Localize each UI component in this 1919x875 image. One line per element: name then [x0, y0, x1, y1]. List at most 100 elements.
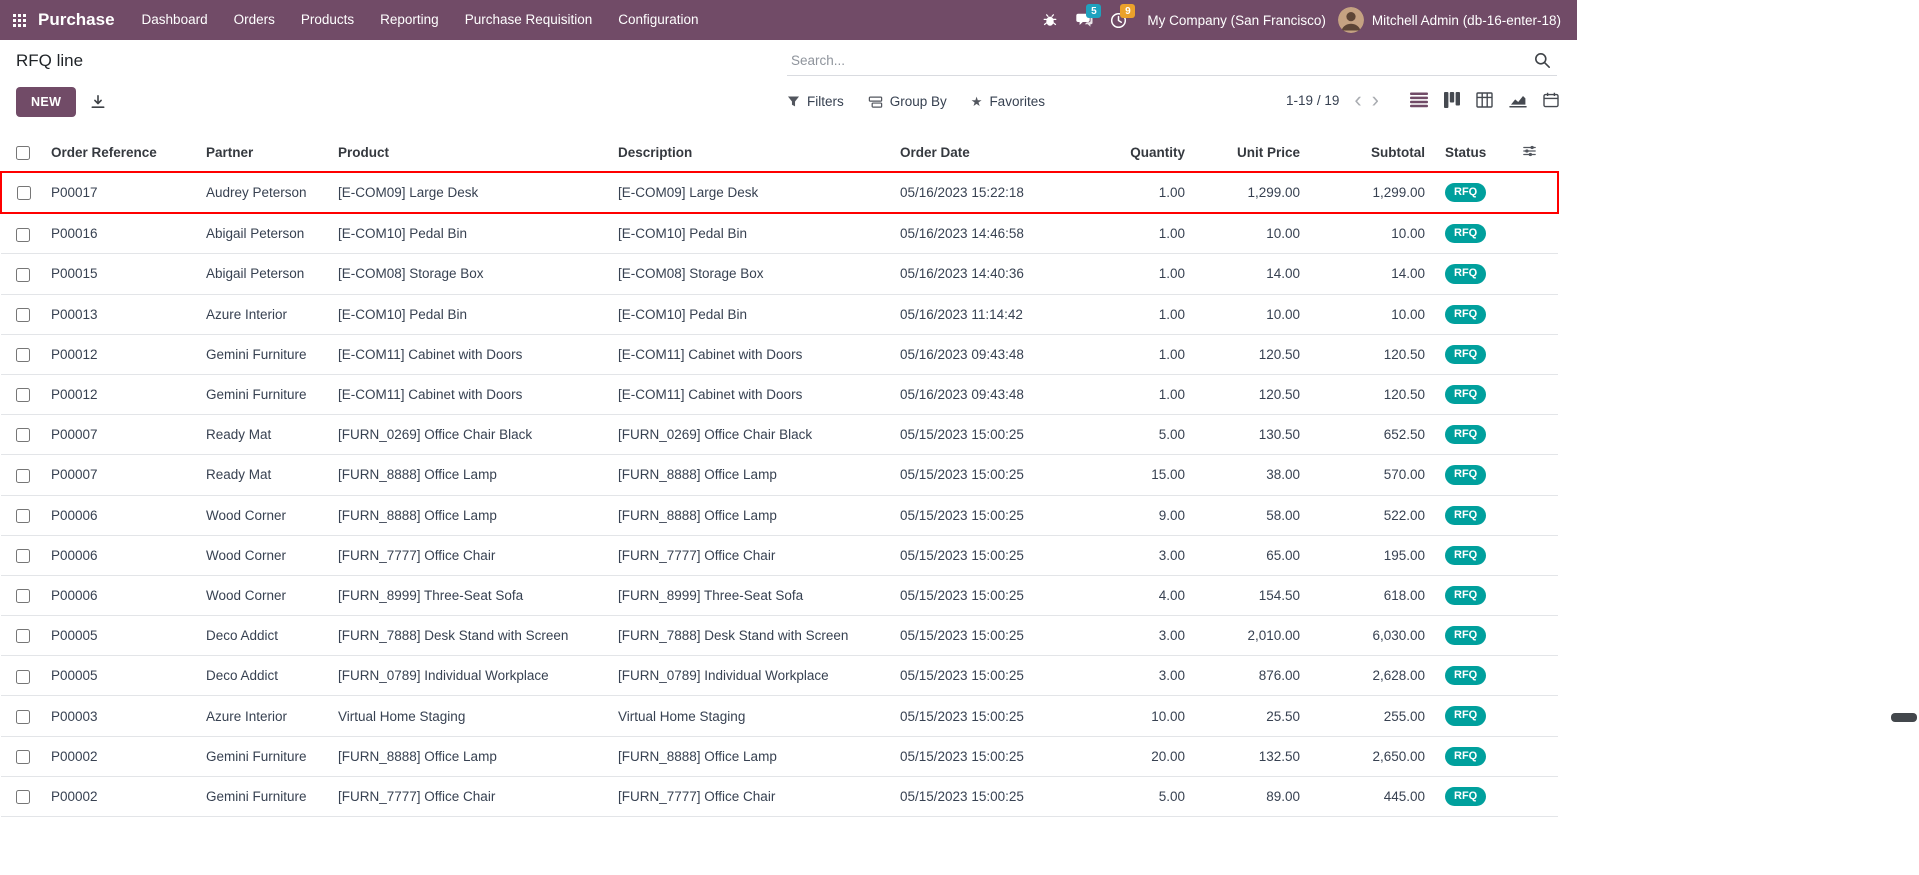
export-icon[interactable] [90, 94, 106, 110]
cell-order-date[interactable]: 05/15/2023 15:00:25 [890, 455, 1035, 495]
cell-quantity[interactable]: 15.00 [1035, 455, 1195, 495]
cell-order-date[interactable]: 05/15/2023 15:00:25 [890, 495, 1035, 535]
search-icon[interactable] [1532, 50, 1553, 71]
cell-product[interactable]: [FURN_8888] Office Lamp [328, 455, 608, 495]
cell-order-date[interactable]: 05/15/2023 15:00:25 [890, 776, 1035, 816]
cell-unit-price[interactable]: 1,299.00 [1195, 172, 1310, 213]
cell-status[interactable]: RFQ [1435, 696, 1501, 736]
cell-order-date[interactable]: 05/16/2023 09:43:48 [890, 374, 1035, 414]
app-name[interactable]: Purchase [38, 10, 115, 30]
cell-partner[interactable]: Deco Addict [196, 656, 328, 696]
cell-partner[interactable]: Gemini Furniture [196, 374, 328, 414]
pager-range[interactable]: 1-19 / 19 [1286, 93, 1339, 108]
cell-status[interactable]: RFQ [1435, 776, 1501, 816]
table-row[interactable]: P00005 Deco Addict [FURN_7888] Desk Stan… [1, 616, 1558, 656]
cell-product[interactable]: [E-COM11] Cabinet with Doors [328, 374, 608, 414]
table-row[interactable]: P00002 Gemini Furniture [FURN_7777] Offi… [1, 776, 1558, 816]
company-switcher[interactable]: My Company (San Francisco) [1135, 13, 1338, 28]
column-header-partner[interactable]: Partner [196, 134, 328, 172]
row-checkbox[interactable] [16, 509, 30, 523]
cell-order-date[interactable]: 05/15/2023 15:00:25 [890, 415, 1035, 455]
cell-order-date[interactable]: 05/16/2023 14:46:58 [890, 213, 1035, 254]
pivot-view-button[interactable] [1474, 90, 1495, 110]
group-by-button[interactable]: Group By [868, 94, 947, 109]
cell-partner[interactable]: Wood Corner [196, 535, 328, 575]
cell-description[interactable]: [E-COM09] Large Desk [608, 172, 890, 213]
table-row[interactable]: P00005 Deco Addict [FURN_0789] Individua… [1, 656, 1558, 696]
cell-unit-price[interactable]: 25.50 [1195, 696, 1310, 736]
cell-product[interactable]: [FURN_8888] Office Lamp [328, 495, 608, 535]
nav-menu-item[interactable]: Products [288, 0, 367, 40]
cell-subtotal[interactable]: 2,650.00 [1310, 736, 1435, 776]
cell-description[interactable]: [FURN_0269] Office Chair Black [608, 415, 890, 455]
cell-status[interactable]: RFQ [1435, 294, 1501, 334]
cell-subtotal[interactable]: 195.00 [1310, 535, 1435, 575]
cell-status[interactable]: RFQ [1435, 213, 1501, 254]
cell-description[interactable]: [E-COM10] Pedal Bin [608, 213, 890, 254]
table-row[interactable]: P00003 Azure Interior Virtual Home Stagi… [1, 696, 1558, 736]
table-row[interactable]: P00007 Ready Mat [FURN_0269] Office Chai… [1, 415, 1558, 455]
cell-order-reference[interactable]: P00017 [41, 172, 196, 213]
row-checkbox[interactable] [16, 549, 30, 563]
cell-partner[interactable]: Abigail Peterson [196, 213, 328, 254]
cell-quantity[interactable]: 4.00 [1035, 575, 1195, 615]
scrollbar-thumb[interactable] [1891, 713, 1917, 722]
cell-description[interactable]: Virtual Home Staging [608, 696, 890, 736]
cell-description[interactable]: [FURN_8999] Three-Seat Sofa [608, 575, 890, 615]
select-all-checkbox[interactable] [16, 146, 30, 160]
cell-quantity[interactable]: 3.00 [1035, 656, 1195, 696]
cell-quantity[interactable]: 1.00 [1035, 213, 1195, 254]
cell-order-reference[interactable]: P00006 [41, 495, 196, 535]
cell-order-date[interactable]: 05/15/2023 15:00:25 [890, 535, 1035, 575]
cell-quantity[interactable]: 5.00 [1035, 415, 1195, 455]
cell-description[interactable]: [FURN_0789] Individual Workplace [608, 656, 890, 696]
cell-subtotal[interactable]: 2,628.00 [1310, 656, 1435, 696]
cell-product[interactable]: [FURN_0789] Individual Workplace [328, 656, 608, 696]
table-row[interactable]: P00012 Gemini Furniture [E-COM11] Cabine… [1, 374, 1558, 414]
cell-description[interactable]: [FURN_7777] Office Chair [608, 535, 890, 575]
cell-unit-price[interactable]: 89.00 [1195, 776, 1310, 816]
cell-unit-price[interactable]: 58.00 [1195, 495, 1310, 535]
cell-subtotal[interactable]: 14.00 [1310, 254, 1435, 294]
search-input[interactable] [791, 53, 1532, 68]
cell-product[interactable]: [E-COM11] Cabinet with Doors [328, 334, 608, 374]
avatar[interactable] [1338, 7, 1364, 33]
cell-subtotal[interactable]: 120.50 [1310, 374, 1435, 414]
cell-subtotal[interactable]: 445.00 [1310, 776, 1435, 816]
cell-product[interactable]: [E-COM10] Pedal Bin [328, 213, 608, 254]
table-row[interactable]: P00015 Abigail Peterson [E-COM08] Storag… [1, 254, 1558, 294]
row-checkbox[interactable] [17, 186, 31, 200]
column-header-subtotal[interactable]: Subtotal [1310, 134, 1435, 172]
cell-order-date[interactable]: 05/16/2023 11:14:42 [890, 294, 1035, 334]
cell-partner[interactable]: Gemini Furniture [196, 334, 328, 374]
nav-menu-item[interactable]: Dashboard [129, 0, 221, 40]
nav-menu-item[interactable]: Orders [221, 0, 288, 40]
cell-product[interactable]: [FURN_8999] Three-Seat Sofa [328, 575, 608, 615]
cell-order-date[interactable]: 05/16/2023 15:22:18 [890, 172, 1035, 213]
cell-status[interactable]: RFQ [1435, 455, 1501, 495]
cell-order-reference[interactable]: P00006 [41, 575, 196, 615]
cell-status[interactable]: RFQ [1435, 495, 1501, 535]
column-settings-icon[interactable] [1522, 144, 1537, 158]
pager-next-button[interactable]: › [1367, 90, 1384, 110]
row-checkbox[interactable] [16, 710, 30, 724]
cell-unit-price[interactable]: 65.00 [1195, 535, 1310, 575]
cell-status[interactable]: RFQ [1435, 656, 1501, 696]
cell-quantity[interactable]: 10.00 [1035, 696, 1195, 736]
cell-order-reference[interactable]: P00015 [41, 254, 196, 294]
calendar-view-button[interactable] [1541, 90, 1561, 110]
messages-button[interactable]: 5 [1067, 0, 1101, 40]
cell-quantity[interactable]: 1.00 [1035, 294, 1195, 334]
cell-partner[interactable]: Azure Interior [196, 696, 328, 736]
cell-quantity[interactable]: 20.00 [1035, 736, 1195, 776]
cell-subtotal[interactable]: 120.50 [1310, 334, 1435, 374]
column-header-quantity[interactable]: Quantity [1035, 134, 1195, 172]
cell-subtotal[interactable]: 6,030.00 [1310, 616, 1435, 656]
cell-quantity[interactable]: 1.00 [1035, 334, 1195, 374]
cell-order-reference[interactable]: P00002 [41, 776, 196, 816]
cell-order-date[interactable]: 05/16/2023 09:43:48 [890, 334, 1035, 374]
cell-partner[interactable]: Gemini Furniture [196, 736, 328, 776]
cell-product[interactable]: Virtual Home Staging [328, 696, 608, 736]
nav-menu-item[interactable]: Purchase Requisition [452, 0, 606, 40]
cell-description[interactable]: [E-COM11] Cabinet with Doors [608, 374, 890, 414]
